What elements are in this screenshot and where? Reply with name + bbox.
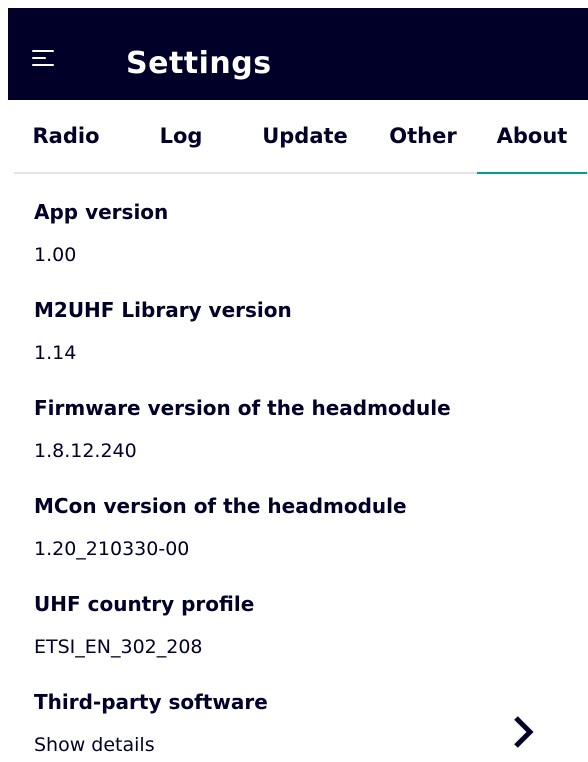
tab-radio[interactable]: Radio: [22, 100, 110, 172]
firmware-version-value: 1.8.12.240: [34, 440, 137, 462]
tab-update[interactable]: Update: [250, 100, 360, 172]
country-profile-label: UHF country profile: [34, 592, 255, 616]
app-version-label: App version: [34, 200, 169, 224]
library-version-value: 1.14: [34, 342, 77, 364]
app-bar: Settings: [8, 8, 588, 100]
settings-screen: Settings Radio Log Update Other About Ap…: [0, 0, 588, 762]
library-version-label: M2UHF Library version: [34, 298, 292, 322]
page-title: Settings: [126, 46, 272, 81]
mcon-version-value: 1.20_210330-00: [34, 538, 190, 560]
third-party-software-value: Show details: [34, 734, 155, 756]
third-party-software-item[interactable]: Third-party software Show details: [34, 690, 574, 762]
hamburger-menu-icon[interactable]: [32, 50, 54, 66]
tab-about[interactable]: About: [477, 100, 587, 174]
third-party-software-label: Third-party software: [34, 690, 268, 714]
app-version-value: 1.00: [34, 244, 77, 266]
tab-other[interactable]: Other: [380, 100, 466, 172]
settings-tabs: Radio Log Update Other About: [14, 100, 588, 174]
firmware-version-label: Firmware version of the headmodule: [34, 396, 451, 420]
country-profile-value: ETSI_EN_302_208: [34, 636, 203, 658]
mcon-version-label: MCon version of the headmodule: [34, 494, 407, 518]
chevron-right-icon[interactable]: [512, 712, 536, 752]
tab-log[interactable]: Log: [144, 100, 218, 172]
